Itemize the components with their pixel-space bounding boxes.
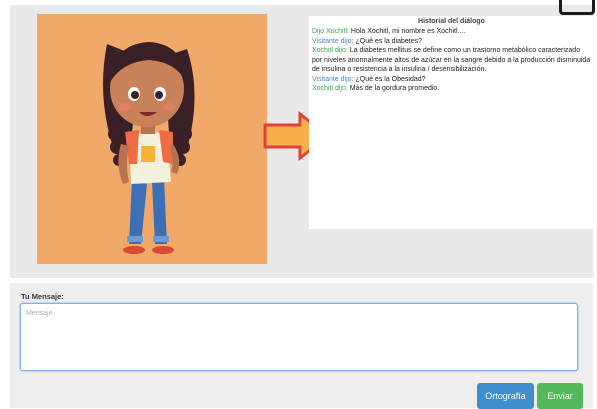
message-label: Tu Mensaje: bbox=[21, 292, 64, 301]
history-message: Visitante dijo: ¿Qué es la diabetes? bbox=[312, 37, 591, 47]
history-speaker: Visitante dijo: bbox=[312, 75, 354, 83]
avatar-character-illustration bbox=[103, 42, 195, 254]
history-message: Dijo Xochitl: Hola Xochitl, mi nombre es… bbox=[312, 27, 591, 37]
message-input[interactable] bbox=[20, 303, 578, 371]
send-button[interactable]: Enviar bbox=[537, 383, 583, 409]
history-speaker: Dijo Xochitl: bbox=[312, 28, 349, 35]
history-message: Visitante dijo: ¿Qué es la Obesidad? bbox=[312, 75, 591, 85]
dialog-history-panel: Historial del diálogo Dijo Xochitl: Hola… bbox=[309, 16, 594, 229]
history-message: Xochitl dijo: Más de la gordura promedio… bbox=[312, 84, 591, 94]
history-text: ¿Qué es la Obesidad? bbox=[355, 75, 426, 83]
history-speaker: Visitante dijo: bbox=[312, 37, 354, 45]
history-message: Xochitl dijo: La diabetes mellitus se de… bbox=[312, 46, 591, 75]
dialog-history-list: Dijo Xochitl: Hola Xochitl, mi nombre es… bbox=[309, 27, 594, 94]
history-text: Más de la gordura promedio. bbox=[349, 85, 440, 92]
history-text: La diabetes mellitus se define como un t… bbox=[312, 47, 591, 73]
history-text: ¿Qué es la diabetes? bbox=[355, 37, 423, 45]
history-text: Hola Xochitl, mi nombre es Xochitl.... bbox=[350, 28, 466, 35]
corner-frame-mark bbox=[559, 0, 595, 15]
dialog-history-title: Historial del diálogo bbox=[418, 18, 485, 25]
compose-panel: Tu Mensaje: Ortografía Enviar bbox=[10, 283, 593, 409]
history-speaker: Xochitl dijo: bbox=[312, 85, 348, 92]
spellcheck-button[interactable]: Ortografía bbox=[477, 383, 534, 409]
avatar-panel bbox=[37, 14, 267, 264]
history-speaker: Xochitl dijo: bbox=[312, 47, 348, 54]
